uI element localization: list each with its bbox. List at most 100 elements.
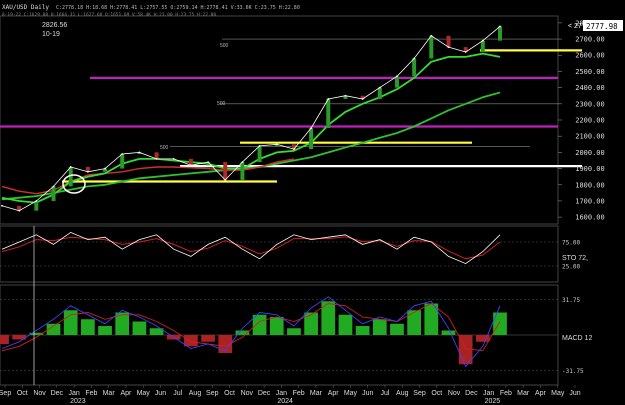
price-tick-label: 1600.00 <box>575 214 605 222</box>
price-point <box>172 157 175 160</box>
price-point <box>413 57 416 60</box>
month-label: May <box>344 390 358 397</box>
price-candle <box>68 166 73 187</box>
price-candle <box>446 35 451 48</box>
month-label: Mar <box>310 390 323 397</box>
month-label: Jul <box>381 390 390 397</box>
price-point <box>207 161 209 163</box>
macd-hist-bar <box>269 317 284 335</box>
header-title: XAU/USD Daily <box>2 4 49 11</box>
price-candle <box>309 128 314 150</box>
price-candle <box>377 87 382 99</box>
price-candle <box>51 186 56 201</box>
price-candle <box>480 40 485 52</box>
price-point <box>189 164 192 167</box>
month-label: Oct <box>224 390 235 397</box>
peak-date: 10-19 <box>42 31 60 38</box>
price-point <box>464 51 467 53</box>
price-candle <box>412 58 417 77</box>
month-label: May <box>137 390 151 397</box>
price-tick-label: 1700.00 <box>575 197 605 205</box>
price-point <box>138 151 141 154</box>
month-label: Jan <box>68 390 79 397</box>
month-label: Oct <box>431 390 442 397</box>
price-point <box>52 185 55 188</box>
price-point <box>327 98 330 100</box>
price-tick-label: 2100.00 <box>575 133 605 141</box>
month-label: Jun <box>569 390 580 397</box>
price-chart[interactable]: 75.0025.00 31.75-31.75 2800.002700.00260… <box>0 0 625 405</box>
macd-hist-bar <box>287 328 301 335</box>
price-tick-label: 2400.00 <box>575 84 605 92</box>
month-label: Sep <box>413 390 426 397</box>
price-candle <box>429 35 434 59</box>
price-point <box>18 209 21 212</box>
macd-hist-bar <box>355 326 370 335</box>
month-label: Feb <box>293 390 305 397</box>
price-point <box>275 143 278 146</box>
macd-hist-bar <box>80 319 95 335</box>
price-point <box>155 157 158 160</box>
peak-value: 2826.56 <box>42 22 67 29</box>
price-tick-label: 2000.00 <box>575 149 605 157</box>
month-label: Jul <box>173 390 182 397</box>
price-candle <box>120 154 125 169</box>
price-tick-label: 2200.00 <box>575 117 605 125</box>
month-label: Jun <box>362 390 373 397</box>
label-500-a: 500 <box>220 43 229 49</box>
macd-hist-bar <box>372 319 387 335</box>
label-500-c: 500 <box>160 145 169 151</box>
chart-window: 75.0025.00 31.75-31.75 2800.002700.00260… <box>0 0 625 405</box>
header-ohlc: C:2778.18 H:18.68 H:2778.41 L:2757.55 O:… <box>56 5 300 11</box>
price-candle <box>394 76 399 88</box>
macd-hist-bar <box>0 335 9 344</box>
macd-hist-bar <box>390 323 404 335</box>
month-label: May <box>551 390 565 397</box>
month-label: Feb <box>85 390 97 397</box>
month-label: Jan <box>483 390 494 397</box>
stochastic-label: STO 72, <box>562 255 588 262</box>
macd-hist-bar <box>441 330 456 335</box>
price-point <box>481 39 484 42</box>
price-tick-label: 2600.00 <box>575 52 605 60</box>
price-point <box>35 200 38 202</box>
price-point <box>121 153 124 155</box>
macd-hist-bar <box>493 312 507 335</box>
macd-tick-label: -31.75 <box>562 368 584 375</box>
month-label: Feb <box>500 390 512 397</box>
price-tick-label: 2700.00 <box>575 36 605 44</box>
month-label: Jun <box>155 390 166 397</box>
month-label: Apr <box>120 390 132 397</box>
month-label: Aug <box>189 390 202 397</box>
month-label: Aug <box>396 390 409 397</box>
price-point <box>86 170 89 173</box>
macd-hist-bar <box>252 314 267 335</box>
price-point <box>224 179 227 181</box>
price-point <box>1 204 3 207</box>
price-point <box>361 98 364 100</box>
price-tick-label: 2500.00 <box>575 68 605 76</box>
month-label: Jan <box>276 390 287 397</box>
price-point <box>293 148 295 151</box>
price-point <box>378 86 381 89</box>
macd-hist-bar <box>132 321 147 335</box>
macd-hist-bar <box>201 335 215 342</box>
label-500-b: 500 <box>217 101 226 107</box>
month-label: Sep <box>0 390 11 397</box>
price-point <box>310 127 313 129</box>
price-point <box>258 145 261 147</box>
year-label: 2024 <box>277 398 293 405</box>
price-tick-label: 2300.00 <box>575 100 605 108</box>
macd-hist-bar <box>98 326 112 335</box>
price-tick-label: 1800.00 <box>575 181 605 189</box>
header-ohlc-2: 8-19-22 C:1629.08 H:1664.31 L:1627.68 O:… <box>2 12 216 18</box>
price-point <box>241 161 244 163</box>
month-label: Dec <box>51 390 64 397</box>
month-label: Nov <box>241 390 254 397</box>
price-badge: 2777.98 <box>586 22 618 31</box>
macd-hist-bar <box>304 312 318 335</box>
stoch-tick-label: 25.00 <box>562 264 580 271</box>
price-point <box>396 75 398 78</box>
price-candle <box>34 200 39 211</box>
month-label: Apr <box>328 390 340 397</box>
